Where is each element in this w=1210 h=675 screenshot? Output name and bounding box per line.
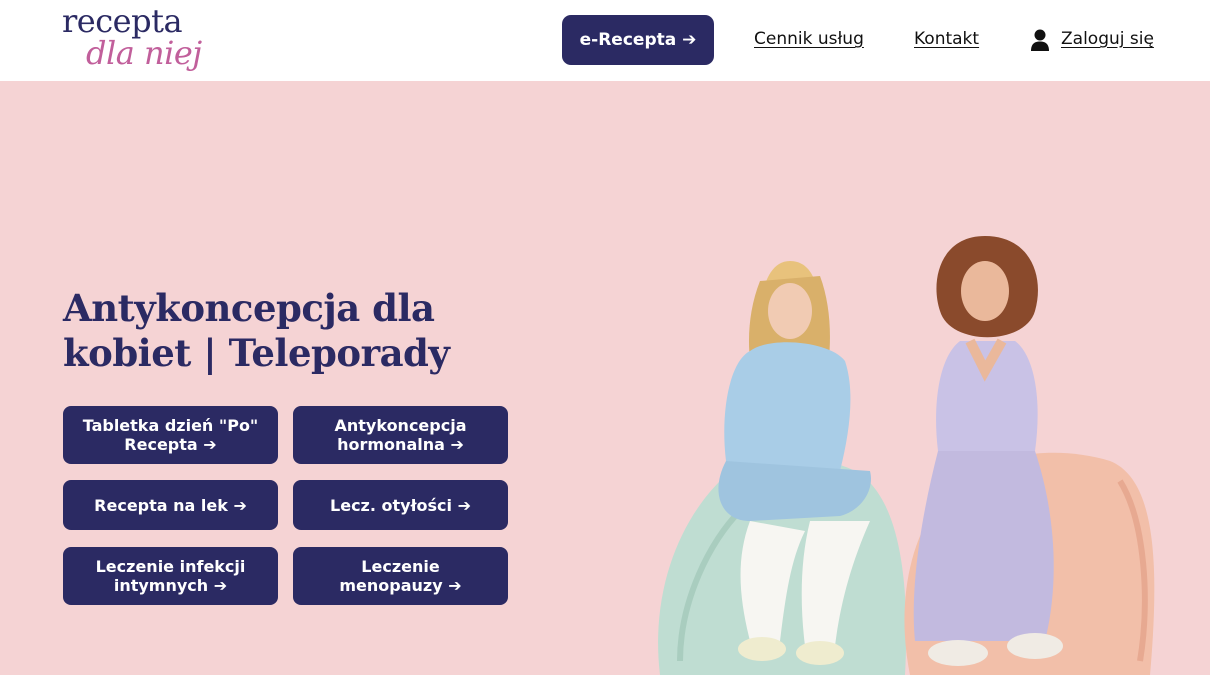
service-button-menopause[interactable]: Leczenie menopauzy ➔ (293, 547, 508, 605)
nav-link-login[interactable]: Zaloguj się (1061, 29, 1154, 49)
e-recepta-button[interactable]: e-Recepta ➔ (562, 15, 714, 65)
service-button-morning-after-pill[interactable]: Tabletka dzień "Po" Recepta ➔ (63, 406, 278, 464)
service-button-obesity-treatment[interactable]: Lecz. otyłości ➔ (293, 480, 508, 530)
nav-link-pricing[interactable]: Cennik usług (754, 29, 864, 49)
logo[interactable]: recepta dla niej (62, 2, 212, 76)
service-button-hormonal-contraception[interactable]: Antykoncepcja hormonalna ➔ (293, 406, 508, 464)
hero-section: Antykoncepcja dla kobiet | Teleporady Ta… (0, 81, 1210, 675)
service-button-intimate-infections[interactable]: Leczenie infekcji intymnych ➔ (63, 547, 278, 605)
site-header: recepta dla niej e-Recepta ➔ Cennik usłu… (0, 0, 1210, 81)
page-title: Antykoncepcja dla kobiet | Teleporady (63, 286, 450, 375)
logo-text-secondary: dla niej (86, 34, 202, 72)
nav-link-contact[interactable]: Kontakt (914, 29, 979, 49)
service-button-prescription[interactable]: Recepta na lek ➔ (63, 480, 278, 530)
hero-photo (658, 236, 1155, 675)
user-icon[interactable] (1030, 29, 1050, 51)
